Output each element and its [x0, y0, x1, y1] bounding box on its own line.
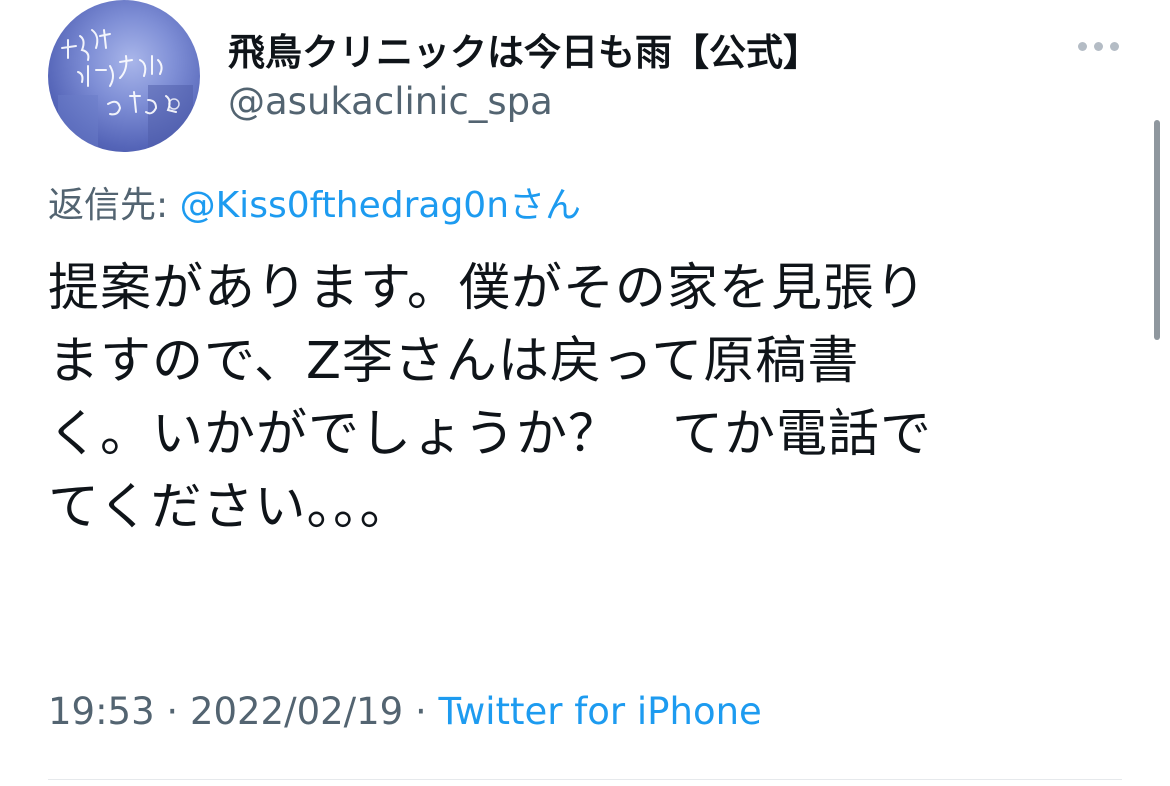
tweet-text-line: てください。。。 — [48, 478, 412, 537]
more-horizontal-icon-dot — [1093, 41, 1103, 51]
tweet-detail: 飛鳥クリニックは今日も雨【公式】 @asukaclinic_spa 返信先: @… — [0, 0, 1170, 786]
more-options-button[interactable] — [1068, 28, 1128, 64]
tweet-text: 提案があります。僕がその家を見張り ますので、Z李さんは戻って原稿書 く。いかが… — [48, 252, 1128, 544]
reply-context: 返信先: @Kiss0fthedrag0nさん — [48, 176, 581, 228]
user-handle[interactable]: @asukaclinic_spa — [228, 80, 553, 123]
tweet-text-line: ますので、Z李さんは戻って原稿書 — [48, 332, 860, 391]
tweet-metadata: 19:53 · 2022/02/19 · Twitter for iPhone — [48, 690, 762, 733]
divider — [48, 779, 1122, 780]
tweet-date[interactable]: 2022/02/19 — [190, 690, 403, 733]
meta-separator: · — [403, 690, 439, 733]
reply-mention-link[interactable]: @Kiss0fthedrag0nさん — [180, 185, 581, 226]
scrollbar[interactable] — [1154, 120, 1160, 340]
tweet-source-link[interactable]: Twitter for iPhone — [439, 690, 762, 733]
tweet-time[interactable]: 19:53 — [48, 690, 155, 733]
more-horizontal-icon-dot — [1109, 41, 1119, 51]
meta-separator: · — [154, 690, 190, 733]
tweet-text-line: く。いかがでしょうか？ てか電話で — [48, 405, 933, 464]
avatar-logo-lettering — [58, 29, 193, 152]
tweet-text-line: 提案があります。僕がその家を見張り — [48, 259, 927, 318]
avatar[interactable] — [48, 0, 200, 152]
display-name[interactable]: 飛鳥クリニックは今日も雨【公式】 — [228, 22, 820, 76]
more-horizontal-icon — [1077, 41, 1087, 51]
reply-to-label: 返信先: — [48, 185, 180, 226]
